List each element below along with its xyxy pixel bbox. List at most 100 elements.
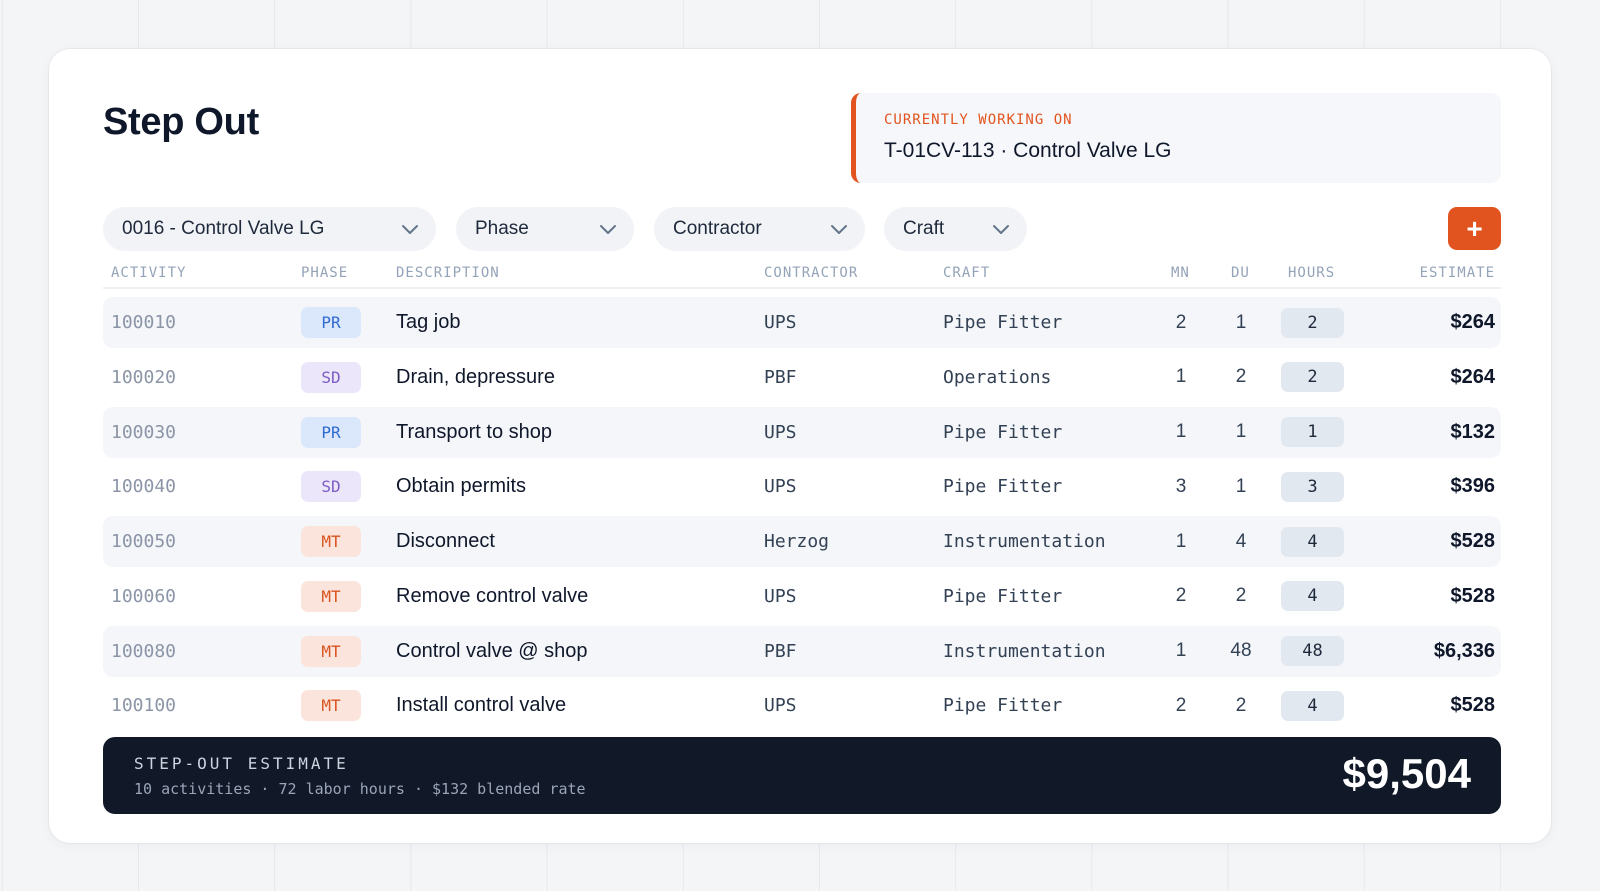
craft-select[interactable]: Craft bbox=[884, 207, 1027, 251]
summary-total: $9,504 bbox=[1342, 750, 1471, 797]
mn-value: 1 bbox=[1175, 530, 1187, 552]
col-mn[interactable]: MN bbox=[1171, 265, 1190, 281]
phase-cell: PR bbox=[301, 407, 361, 458]
description: Install control valve bbox=[396, 694, 567, 717]
contractor: Herzog bbox=[764, 531, 830, 552]
contractor: UPS bbox=[764, 695, 797, 717]
phase-select[interactable]: Phase bbox=[456, 207, 634, 251]
activity-id: 100050 bbox=[111, 531, 177, 552]
description: Obtain permits bbox=[396, 475, 527, 498]
mn-value: 2 bbox=[1175, 311, 1187, 333]
hours-cell: 2 bbox=[1281, 352, 1344, 403]
du-value: 4 bbox=[1235, 530, 1247, 552]
table-row[interactable]: 100100 MT Install control valve UPS Pipe… bbox=[103, 680, 1501, 731]
col-description[interactable]: DESCRIPTION bbox=[396, 265, 500, 281]
current-work-label: CURRENTLY WORKING ON bbox=[884, 112, 1073, 128]
table-row[interactable]: 100060 MT Remove control valve UPS Pipe … bbox=[103, 571, 1501, 622]
contractor: PBF bbox=[764, 366, 797, 388]
activity-id: 100020 bbox=[111, 366, 177, 388]
add-activity-button[interactable]: + bbox=[1448, 207, 1501, 250]
phase-badge: MT bbox=[301, 635, 361, 667]
mn-value: 1 bbox=[1175, 366, 1187, 388]
hours-badge: 48 bbox=[1281, 636, 1344, 666]
table-row[interactable]: 100030 PR Transport to shop UPS Pipe Fit… bbox=[103, 406, 1501, 458]
chevron-down-icon bbox=[402, 225, 418, 234]
current-work-value: T-01CV-113 · Control Valve LG bbox=[884, 139, 1172, 162]
estimate-value: $132 bbox=[1450, 420, 1496, 443]
craft: Pipe Fitter bbox=[943, 585, 1063, 607]
hours-cell: 4 bbox=[1281, 516, 1344, 567]
phase-badge: SD bbox=[301, 361, 361, 393]
table-row[interactable]: 100020 SD Drain, depressure PBF Operatio… bbox=[103, 352, 1501, 403]
activity-id: 100010 bbox=[111, 312, 177, 333]
craft-select-value: Craft bbox=[903, 218, 945, 239]
col-contractor[interactable]: CONTRACTOR bbox=[764, 265, 858, 281]
table-row[interactable]: 100040 SD Obtain permits UPS Pipe Fitter… bbox=[103, 461, 1501, 512]
table-row[interactable]: 100080 MT Control valve @ shop PBF Instr… bbox=[103, 625, 1501, 677]
phase-cell: MT bbox=[301, 571, 361, 622]
mn-value: 2 bbox=[1175, 585, 1187, 607]
col-estimate[interactable]: ESTIMATE bbox=[1420, 265, 1495, 281]
summary-label: STEP-OUT ESTIMATE bbox=[134, 754, 349, 773]
phase-cell: SD bbox=[301, 352, 361, 403]
col-du[interactable]: DU bbox=[1231, 265, 1250, 281]
phase-badge: MT bbox=[301, 526, 361, 557]
craft: Instrumentation bbox=[943, 640, 1106, 662]
contractor: UPS bbox=[764, 421, 797, 443]
activity-id: 100030 bbox=[111, 421, 177, 443]
estimate-summary: STEP-OUT ESTIMATE 10 activities · 72 lab… bbox=[103, 737, 1501, 814]
item-select-value: 0016 - Control Valve LG bbox=[122, 218, 325, 239]
phase-badge: MT bbox=[301, 690, 361, 722]
du-value: 2 bbox=[1235, 366, 1247, 388]
phase-cell: MT bbox=[301, 626, 361, 677]
hours-badge: 2 bbox=[1281, 307, 1344, 338]
hours-badge: 4 bbox=[1281, 581, 1344, 612]
craft: Operations bbox=[943, 366, 1052, 388]
hours-badge: 2 bbox=[1281, 362, 1344, 393]
mn-value: 2 bbox=[1175, 694, 1187, 716]
item-select[interactable]: 0016 - Control Valve LG bbox=[103, 207, 436, 251]
table-row[interactable]: 100010 PR Tag job UPS Pipe Fitter 2 1 2 … bbox=[103, 297, 1501, 348]
activity-id: 100040 bbox=[111, 476, 177, 498]
filter-bar: 0016 - Control Valve LG Phase Contractor… bbox=[103, 207, 1501, 251]
mn-value: 1 bbox=[1175, 421, 1187, 442]
mn-value: 3 bbox=[1175, 475, 1187, 497]
estimate-value: $528 bbox=[1450, 694, 1496, 717]
estimate-value: $528 bbox=[1450, 584, 1496, 607]
col-hours[interactable]: HOURS bbox=[1288, 265, 1335, 281]
description: Transport to shop bbox=[396, 420, 553, 443]
estimate-value: $264 bbox=[1450, 365, 1496, 388]
col-activity[interactable]: ACTIVITY bbox=[111, 265, 186, 281]
activity-id: 100060 bbox=[111, 585, 177, 607]
du-value: 2 bbox=[1235, 585, 1247, 607]
craft: Pipe Fitter bbox=[943, 695, 1063, 717]
description: Disconnect bbox=[396, 530, 495, 552]
hours-badge: 1 bbox=[1281, 417, 1344, 447]
chevron-down-icon bbox=[993, 225, 1009, 234]
contractor-select[interactable]: Contractor bbox=[654, 207, 865, 251]
activity-id: 100080 bbox=[111, 640, 177, 662]
col-craft[interactable]: CRAFT bbox=[943, 265, 990, 281]
estimate-value: $396 bbox=[1450, 475, 1496, 498]
col-phase[interactable]: PHASE bbox=[301, 265, 348, 281]
description: Remove control valve bbox=[396, 584, 589, 607]
mn-value: 1 bbox=[1175, 640, 1187, 661]
phase-badge: SD bbox=[301, 471, 361, 503]
craft: Pipe Fitter bbox=[943, 421, 1063, 443]
du-value: 48 bbox=[1230, 640, 1252, 661]
phase-badge: PR bbox=[301, 307, 361, 338]
contractor-select-value: Contractor bbox=[673, 218, 762, 239]
hours-cell: 1 bbox=[1281, 407, 1344, 458]
page-title: Step Out bbox=[103, 101, 259, 143]
hours-badge: 4 bbox=[1281, 690, 1344, 721]
description: Tag job bbox=[396, 311, 461, 333]
du-value: 2 bbox=[1235, 694, 1247, 716]
hours-cell: 4 bbox=[1281, 680, 1344, 731]
step-out-card: Step Out CURRENTLY WORKING ON T-01CV-113… bbox=[48, 48, 1552, 844]
hours-cell: 4 bbox=[1281, 571, 1344, 622]
hours-badge: 4 bbox=[1281, 526, 1344, 557]
hours-cell: 2 bbox=[1281, 297, 1344, 348]
craft: Pipe Fitter bbox=[943, 476, 1063, 498]
phase-cell: MT bbox=[301, 516, 361, 567]
table-row[interactable]: 100050 MT Disconnect Herzog Instrumentat… bbox=[103, 516, 1501, 567]
